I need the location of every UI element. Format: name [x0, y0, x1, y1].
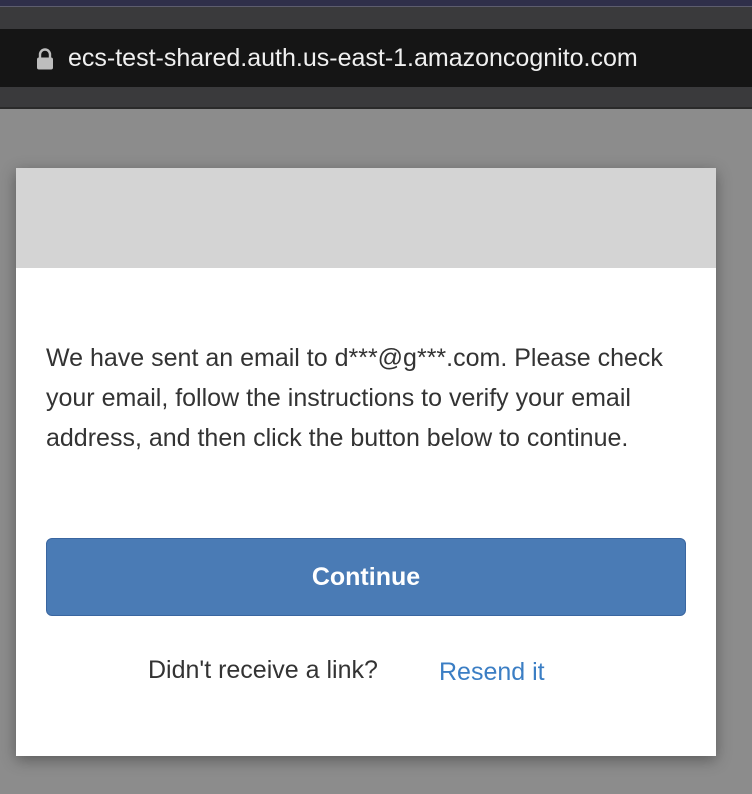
continue-button[interactable]: Continue: [46, 538, 686, 616]
resend-prompt: Didn't receive a link?: [148, 656, 378, 684]
verification-dialog: We have sent an email to d***@g***.com. …: [16, 168, 716, 756]
verification-message: We have sent an email to d***@g***.com. …: [46, 344, 663, 452]
toolbar-divider: [0, 107, 752, 109]
tab-bar: [0, 7, 752, 29]
address-bar[interactable]: ecs-test-shared.auth.us-east-1.amazoncog…: [0, 29, 752, 87]
resend-row: Didn't receive a link? Resend it: [16, 652, 716, 692]
lock-icon: [36, 48, 54, 70]
address-bar-url[interactable]: ecs-test-shared.auth.us-east-1.amazoncog…: [68, 43, 638, 73]
resend-link[interactable]: Resend it: [439, 654, 545, 690]
dialog-header: [16, 168, 716, 268]
toolbar-strip: [0, 87, 752, 107]
